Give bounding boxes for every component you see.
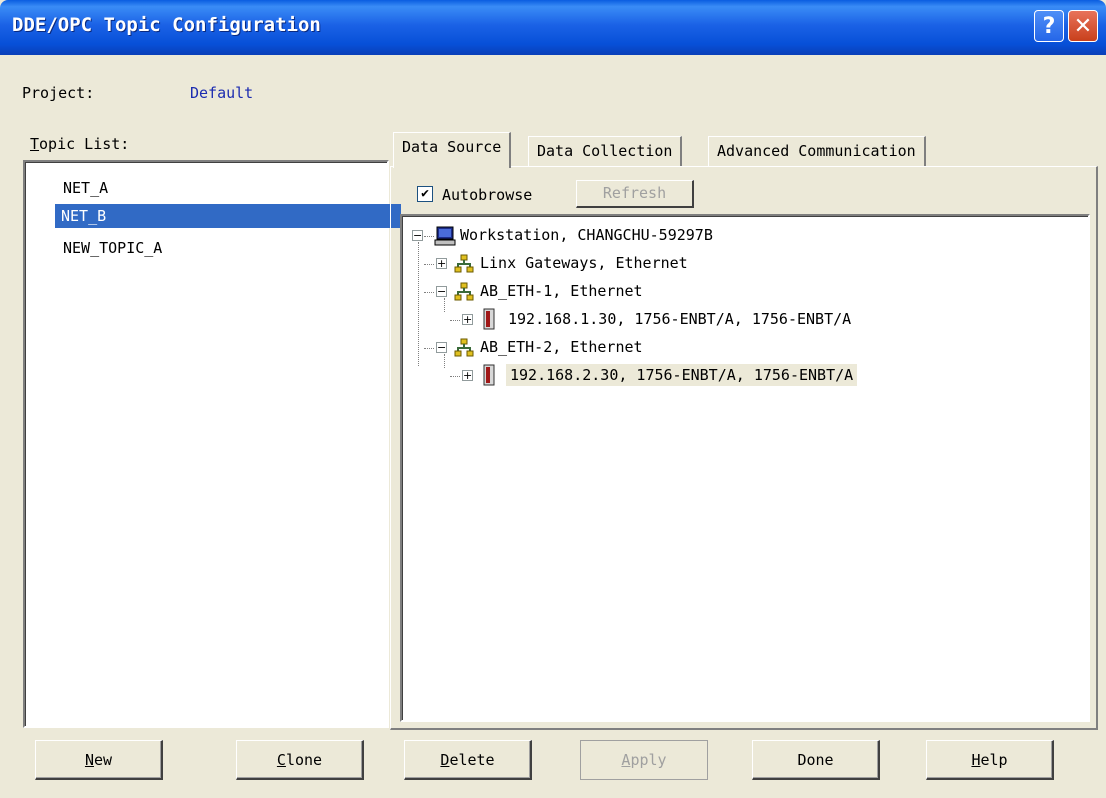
- help-question-icon[interactable]: ?: [1034, 10, 1064, 42]
- network-icon: [454, 282, 474, 302]
- network-icon: [454, 254, 474, 274]
- tree-item-workstation[interactable]: Workstation, CHANGCHU-59297B: [460, 226, 713, 244]
- network-icon: [454, 338, 474, 358]
- tree-item-ab-eth-1[interactable]: AB_ETH-1, Ethernet: [480, 282, 643, 300]
- clone-button[interactable]: Clone: [236, 740, 364, 780]
- topic-list[interactable]: NET_A NET_B NEW_TOPIC_A: [23, 160, 401, 728]
- project-value: Default: [190, 84, 254, 102]
- done-button[interactable]: Done: [752, 740, 880, 780]
- topic-item-new-topic-a[interactable]: NEW_TOPIC_A: [57, 236, 168, 260]
- module-icon: [482, 308, 496, 330]
- tree-collapse-icon[interactable]: −: [412, 230, 423, 241]
- tree-item-ab-eth-2[interactable]: AB_ETH-2, Ethernet: [480, 338, 643, 356]
- topic-item-net-b[interactable]: NET_B: [55, 204, 401, 228]
- tree-item-linx-gateways[interactable]: Linx Gateways, Ethernet: [480, 254, 688, 272]
- help-button[interactable]: Help: [926, 740, 1054, 780]
- module-icon: [482, 364, 496, 386]
- tree-item-module-192-168-1-30[interactable]: 192.168.1.30, 1756-ENBT/A, 1756-ENBT/A: [508, 310, 851, 328]
- device-tree[interactable]: − Workstation, CHANGCHU-59297B + Linx Ga…: [400, 214, 1090, 722]
- delete-button[interactable]: Delete: [404, 740, 532, 780]
- refresh-button[interactable]: Refresh: [576, 180, 694, 208]
- close-x-icon[interactable]: ✕: [1068, 10, 1098, 42]
- tree-collapse-icon[interactable]: −: [436, 286, 447, 297]
- autobrowse-label: Autobrowse: [442, 186, 533, 204]
- window-title: DDE/OPC Topic Configuration: [12, 14, 321, 36]
- tree-expand-icon[interactable]: +: [462, 370, 473, 381]
- tree-item-module-192-168-2-30[interactable]: 192.168.2.30, 1756-ENBT/A, 1756-ENBT/A: [506, 364, 858, 386]
- workstation-icon: [434, 226, 456, 246]
- project-label: Project:: [22, 84, 95, 102]
- autobrowse-checkbox[interactable]: ✔: [417, 186, 433, 202]
- tab-data-source[interactable]: Data Source: [393, 132, 512, 168]
- tab-data-collection[interactable]: Data Collection: [528, 136, 683, 166]
- tree-collapse-icon[interactable]: −: [436, 342, 447, 353]
- tab-advanced-communication[interactable]: Advanced Communication: [708, 136, 926, 166]
- topic-list-label: Topic List:: [30, 135, 130, 153]
- tree-expand-icon[interactable]: +: [436, 258, 447, 269]
- tree-expand-icon[interactable]: +: [462, 314, 473, 325]
- apply-button[interactable]: Apply: [580, 740, 708, 780]
- topic-item-net-a[interactable]: NET_A: [57, 176, 114, 200]
- new-button[interactable]: New: [35, 740, 163, 780]
